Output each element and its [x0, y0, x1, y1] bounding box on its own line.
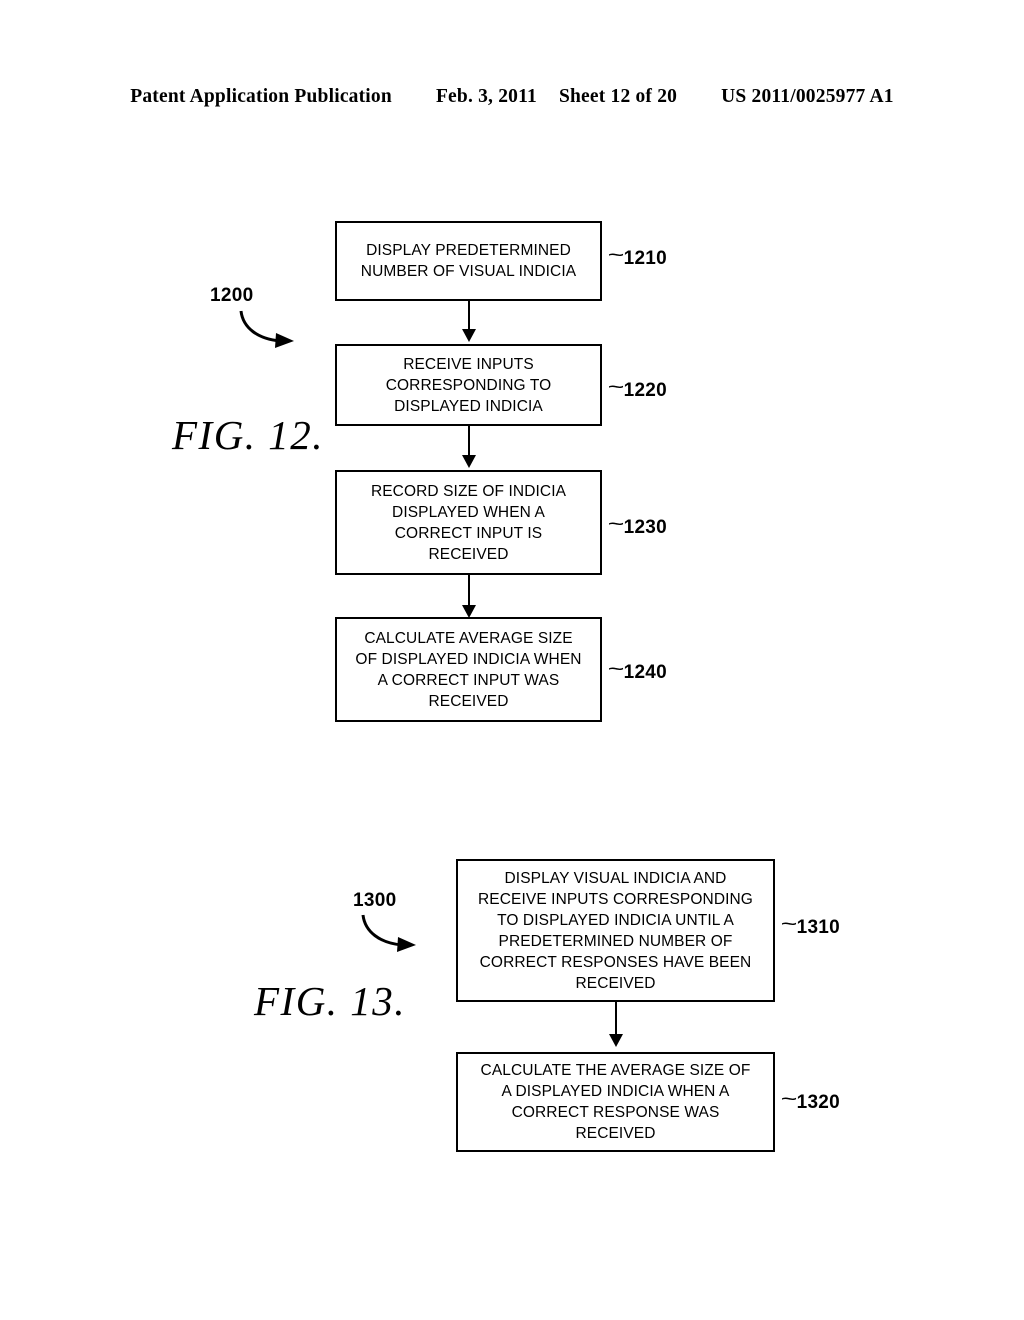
reference-numeral-1220-text: 1220	[624, 380, 667, 401]
reference-numeral-1320-text: 1320	[797, 1092, 840, 1113]
connector-1310-to-1320	[615, 1002, 617, 1036]
leader-tilde-icon: ~	[781, 913, 798, 937]
process-box-1230-text: RECORD SIZE OF INDICIA DISPLAYED WHEN A …	[367, 481, 570, 565]
reference-numeral-1230: ~1230	[610, 515, 667, 539]
arrowhead-1220-to-1230-icon	[462, 455, 476, 468]
header-sheet-number: Sheet 12 of 20	[559, 86, 677, 108]
process-box-1310-text: DISPLAY VISUAL INDICIA AND RECEIVE INPUT…	[474, 868, 757, 994]
process-box-1230: RECORD SIZE OF INDICIA DISPLAYED WHEN A …	[335, 470, 602, 575]
reference-numeral-1240: ~1240	[610, 660, 667, 684]
reference-numeral-1310: ~1310	[783, 915, 840, 939]
leader-tilde-icon: ~	[608, 658, 625, 682]
process-box-1320-text: CALCULATE THE AVERAGE SIZE OF A DISPLAYE…	[477, 1060, 755, 1144]
figure-13-callout-curved-arrow-icon	[358, 912, 430, 956]
connector-1220-to-1230	[468, 426, 470, 457]
figure-13-label: FIG. 13.	[254, 977, 406, 1025]
connector-1230-to-1240	[468, 575, 470, 607]
process-box-1240-text: CALCULATE AVERAGE SIZE OF DISPLAYED INDI…	[351, 628, 585, 712]
process-box-1320: CALCULATE THE AVERAGE SIZE OF A DISPLAYE…	[456, 1052, 775, 1152]
reference-numeral-1320: ~1320	[783, 1090, 840, 1114]
figure-12-label: FIG. 12.	[172, 411, 324, 459]
arrowhead-1210-to-1220-icon	[462, 329, 476, 342]
process-box-1310: DISPLAY VISUAL INDICIA AND RECEIVE INPUT…	[456, 859, 775, 1002]
process-box-1240: CALCULATE AVERAGE SIZE OF DISPLAYED INDI…	[335, 617, 602, 722]
reference-numeral-1220: ~1220	[610, 378, 667, 402]
header-patent-number: US 2011/0025977 A1	[721, 86, 894, 108]
leader-tilde-icon: ~	[608, 244, 625, 268]
leader-tilde-icon: ~	[781, 1088, 798, 1112]
page-header: Patent Application Publication Feb. 3, 20…	[0, 86, 1024, 108]
header-publication-title: Patent Application Publication	[130, 86, 392, 108]
process-box-1220: RECEIVE INPUTS CORRESPONDING TO DISPLAYE…	[335, 344, 602, 426]
reference-numeral-1230-text: 1230	[624, 517, 667, 538]
process-box-1210-text: DISPLAY PREDETERMINED NUMBER OF VISUAL I…	[357, 240, 580, 282]
reference-numeral-1310-text: 1310	[797, 917, 840, 938]
process-box-1210: DISPLAY PREDETERMINED NUMBER OF VISUAL I…	[335, 221, 602, 301]
reference-numeral-1210: ~1210	[610, 246, 667, 270]
reference-numeral-1240-text: 1240	[624, 662, 667, 683]
header-publication-date: Feb. 3, 2011	[436, 86, 537, 108]
leader-tilde-icon: ~	[608, 513, 625, 537]
reference-numeral-1210-text: 1210	[624, 248, 667, 269]
leader-tilde-icon: ~	[608, 376, 625, 400]
process-box-1220-text: RECEIVE INPUTS CORRESPONDING TO DISPLAYE…	[382, 354, 556, 417]
figure-12-callout-curved-arrow-icon	[236, 308, 308, 352]
connector-1210-to-1220	[468, 301, 470, 331]
figure-13-callout-number: 1300	[353, 890, 396, 912]
figure-12-callout-number: 1200	[210, 285, 253, 307]
arrowhead-1310-to-1320-icon	[609, 1034, 623, 1047]
